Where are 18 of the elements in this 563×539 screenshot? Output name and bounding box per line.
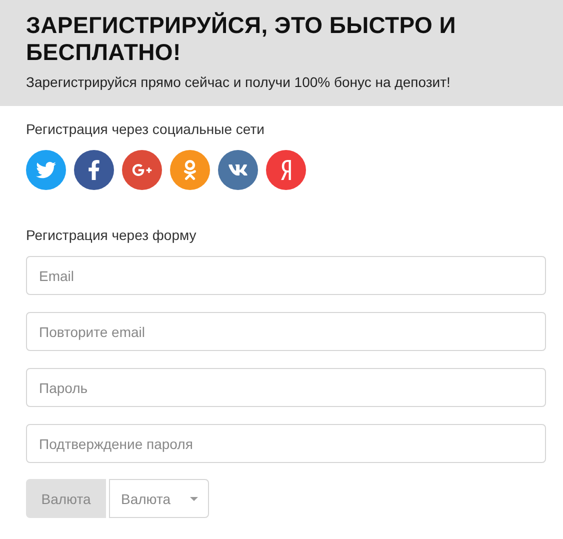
facebook-button[interactable] <box>74 150 114 190</box>
vk-button[interactable] <box>218 150 258 190</box>
caret-icon <box>190 496 198 500</box>
input-field[interactable]: Email <box>26 256 546 295</box>
twitter-button[interactable] <box>26 150 66 190</box>
subtitle: Зарегистрируйся прямо сейчас и получи 100% бонус на депозит! <box>26 74 452 90</box>
form-label: Регистрация через форму <box>26 227 198 243</box>
social-label: Регистрация через социальные сети <box>26 121 266 137</box>
input-field[interactable]: Пароль <box>26 368 546 407</box>
currency-addon: Валюта <box>26 479 106 518</box>
page-title: ЗАРЕГИСТРИРУЙСЯ, ЭТО БЫСТРО И БЕСПЛАТНО! <box>26 12 457 66</box>
input-field[interactable]: Подтверждение пароля <box>26 424 546 463</box>
twitter-icon <box>36 160 56 180</box>
currency-select[interactable]: Валюта <box>109 479 209 518</box>
google-plus-button[interactable] <box>122 150 162 190</box>
yandex-button[interactable] <box>266 150 306 190</box>
input-field[interactable]: Повторите email <box>26 312 546 351</box>
odnoklassniki-button[interactable] <box>170 150 210 190</box>
